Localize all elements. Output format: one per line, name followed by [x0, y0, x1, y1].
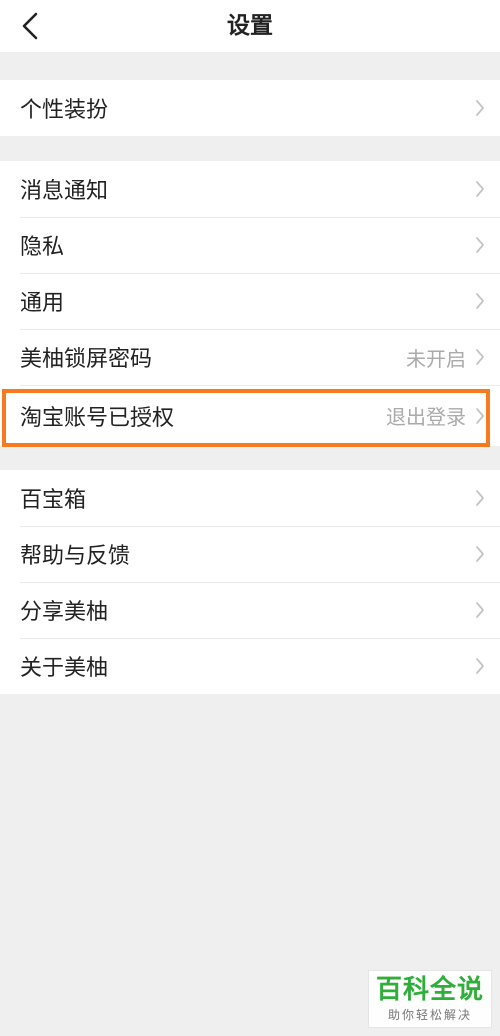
settings-group-general: 消息通知 隐私 通用 美柚锁屏密码 未开启 淘宝账号已授权 退出登录 [0, 161, 500, 446]
chevron-right-icon [474, 98, 486, 118]
settings-item-label: 分享美柚 [20, 600, 109, 625]
watermark-logo: 百科全说 助你轻松解决 [368, 970, 492, 1028]
settings-item-label: 关于美柚 [20, 656, 109, 681]
settings-item-taobao-account[interactable]: 淘宝账号已授权 退出登录 [0, 385, 500, 446]
chevron-right-icon [474, 544, 486, 564]
chevron-right-icon [474, 488, 486, 508]
settings-item-label: 个性装扮 [20, 98, 109, 123]
watermark-subtitle: 助你轻松解决 [387, 1008, 472, 1022]
settings-item-privacy[interactable]: 隐私 [0, 217, 500, 273]
settings-group-appearance: 个性装扮 [0, 80, 500, 136]
settings-item-value: 未开启 [406, 346, 466, 371]
watermark-title: 百科全说 [375, 975, 484, 1005]
top-bar: 设置 [0, 0, 500, 52]
settings-item-label: 美柚锁屏密码 [20, 347, 153, 372]
settings-item-label: 通用 [20, 291, 65, 316]
chevron-right-icon [474, 406, 486, 426]
settings-item-help-feedback[interactable]: 帮助与反馈 [0, 526, 500, 582]
chevron-right-icon [474, 600, 486, 620]
chevron-right-icon [474, 656, 486, 676]
page-title: 设置 [227, 13, 273, 39]
settings-item-label: 帮助与反馈 [20, 544, 131, 569]
settings-item-label: 隐私 [20, 235, 65, 260]
settings-group-more: 百宝箱 帮助与反馈 分享美柚 关于美柚 [0, 470, 500, 694]
chevron-right-icon [474, 235, 486, 255]
settings-item-label: 消息通知 [20, 179, 109, 204]
settings-item-notifications[interactable]: 消息通知 [0, 161, 500, 217]
settings-item-label: 百宝箱 [20, 488, 87, 513]
settings-item-about[interactable]: 关于美柚 [0, 638, 500, 694]
chevron-right-icon [474, 347, 486, 367]
settings-item-lockscreen-password[interactable]: 美柚锁屏密码 未开启 [0, 329, 500, 385]
settings-item-toolbox[interactable]: 百宝箱 [0, 470, 500, 526]
settings-item-personal-dressup[interactable]: 个性装扮 [0, 80, 500, 136]
chevron-right-icon [474, 179, 486, 199]
settings-item-label: 淘宝账号已授权 [20, 405, 175, 431]
settings-item-share[interactable]: 分享美柚 [0, 582, 500, 638]
chevron-right-icon [474, 291, 486, 311]
settings-item-general[interactable]: 通用 [0, 273, 500, 329]
logout-link[interactable]: 退出登录 [386, 401, 466, 430]
